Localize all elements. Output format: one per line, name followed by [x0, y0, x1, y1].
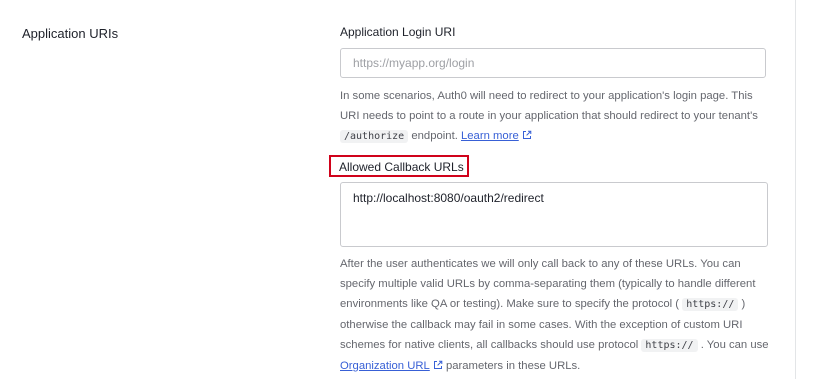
callback-urls-help: After the user authenticates we will onl…: [340, 254, 770, 377]
right-divider: [795, 0, 796, 379]
callback-help-text-4: parameters in these URLs.: [445, 360, 581, 372]
login-uri-input[interactable]: [340, 48, 766, 78]
login-uri-help-text-1: In some scenarios, Auth0 will need to re…: [340, 90, 758, 122]
https-protocol-code: https://: [682, 298, 739, 311]
authorize-endpoint-code: /authorize: [340, 130, 409, 143]
callback-urls-label: Allowed Callback URLs: [339, 160, 464, 174]
callback-help-text-3: . You can use: [700, 339, 769, 351]
login-uri-label: Application Login URI: [340, 25, 456, 39]
callback-urls-textarea[interactable]: http://localhost:8080/oauth2/redirect: [340, 182, 768, 247]
https-protocol-code-2: https://: [641, 339, 698, 352]
external-link-icon: [433, 357, 443, 377]
login-uri-help: In some scenarios, Auth0 will need to re…: [340, 86, 770, 147]
organization-url-link[interactable]: Organization URL: [340, 360, 430, 372]
login-uri-help-text-2: endpoint.: [411, 130, 458, 142]
learn-more-link[interactable]: Learn more: [461, 130, 519, 142]
external-link-icon: [522, 127, 532, 147]
section-title: Application URIs: [22, 26, 119, 41]
